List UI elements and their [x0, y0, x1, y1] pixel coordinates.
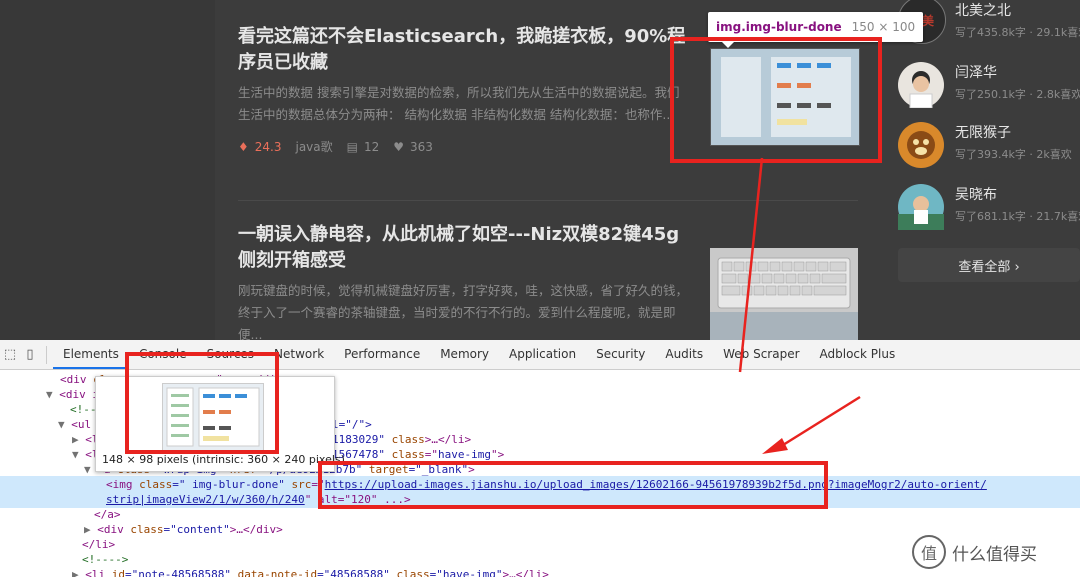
diamond-icon: ♦	[238, 139, 249, 154]
avatar[interactable]	[898, 62, 944, 109]
recommended-author[interactable]: 无限猴子 写了393.4k字 · 2k喜欢	[898, 122, 1080, 172]
dom-node-fragment: 1183029" class>…</li>	[332, 433, 472, 446]
tab-performance[interactable]: Performance	[334, 340, 430, 369]
annotation-box-src	[318, 461, 828, 509]
tab-memory[interactable]: Memory	[430, 340, 499, 369]
author-name[interactable]: 吴晓布	[955, 184, 997, 204]
author-stats: 写了250.1k字 · 2.8k喜欢	[955, 88, 1080, 101]
image-src-link[interactable]: strip|imageView2/1/w/360/h/240	[106, 493, 305, 506]
comment-count[interactable]: 12	[364, 140, 379, 154]
recommended-author[interactable]: 吴晓布 写了681.1k字 · 21.7k喜欢	[898, 184, 1080, 234]
page-left-margin	[0, 0, 215, 340]
recommended-author[interactable]: 北美 北美之北 写了435.8k字 · 29.1k喜欢	[898, 0, 1080, 50]
inspect-element-icon[interactable]: ⬚	[0, 340, 20, 369]
author-stats: 写了393.4k字 · 2k喜欢	[955, 148, 1072, 161]
toolbar-divider	[46, 345, 47, 364]
watermark: 值 什么值得买	[912, 535, 1037, 569]
article-item[interactable]: 看完这篇还不会Elasticsearch，我跪搓衣板，90%程序员已收藏 生活中…	[238, 24, 688, 155]
tab-adblock-plus[interactable]: Adblock Plus	[810, 340, 906, 369]
device-toolbar-icon[interactable]: ▯	[20, 340, 40, 369]
expand-triangle-icon[interactable]: ▶	[72, 433, 79, 446]
article-abstract: 刚玩键盘的时候，觉得机械键盘好厉害，打字好爽，哇，这快感，省了好久的钱，终于入了…	[238, 283, 689, 340]
expand-triangle-icon[interactable]: ▶	[84, 523, 91, 536]
article-author[interactable]: java歌	[295, 138, 332, 155]
tab-web-scraper[interactable]: Web Scraper	[713, 340, 809, 369]
article-title[interactable]: 看完这篇还不会Elasticsearch，我跪搓衣板，90%程序员已收藏	[238, 24, 688, 76]
keyboard-thumbnail-image	[710, 257, 858, 340]
view-all-button[interactable]: 查看全部 ›	[898, 248, 1080, 282]
article-meta: ♦ 24.3 java歌 ▤ 12 ♥ 363	[238, 138, 688, 155]
avatar[interactable]	[898, 184, 944, 230]
dom-node-line[interactable]: ▶ <div class="content">…</div>	[84, 522, 283, 537]
tab-security[interactable]: Security	[586, 340, 655, 369]
watermark-text: 什么值得买	[952, 544, 1037, 565]
article-title[interactable]: 一朝误入静电容，从此机械了如空---Niz双模82键45g侧刻开箱感受	[238, 222, 688, 274]
like-count: 363	[410, 139, 433, 154]
author-name[interactable]: 无限猴子	[955, 122, 1011, 142]
dom-node-line[interactable]: </a>	[94, 507, 121, 522]
tab-application[interactable]: Application	[499, 340, 586, 369]
dom-node-line[interactable]: ▼ <div i	[46, 387, 99, 402]
author-stats: 写了681.1k字 · 21.7k喜欢	[955, 210, 1080, 223]
dom-node-line[interactable]: <!---->	[82, 552, 128, 567]
expand-triangle-icon[interactable]: ▶	[72, 568, 79, 577]
annotation-box-thumbnail	[670, 37, 882, 163]
collapse-triangle-icon[interactable]: ▼	[72, 448, 79, 461]
dom-node-line[interactable]: ▶ <li id="note-48568588" data-note-id="4…	[72, 567, 549, 577]
annotation-box-preview	[125, 352, 279, 454]
dom-node-line[interactable]: ▼ <ul	[58, 417, 91, 432]
tooltip-selector: img.img-blur-done	[716, 20, 842, 34]
watermark-badge: 值	[912, 535, 946, 569]
collapse-triangle-icon[interactable]: ▼	[46, 388, 53, 401]
collapse-triangle-icon[interactable]: ▼	[84, 463, 91, 476]
tab-audits[interactable]: Audits	[655, 340, 713, 369]
article-divider	[238, 200, 858, 201]
avatar[interactable]	[898, 122, 944, 168]
comment-icon: ▤	[346, 139, 358, 154]
heart-icon: ♥	[393, 139, 405, 154]
image-dimensions-caption: 148 × 98 pixels (intrinsic: 360 × 240 pi…	[102, 453, 345, 466]
article-item[interactable]: 一朝误入静电容，从此机械了如空---Niz双模82键45g侧刻开箱感受 刚玩键盘…	[238, 222, 688, 340]
dom-node-line[interactable]: </li>	[82, 537, 115, 552]
web-page: 看完这篇还不会Elasticsearch，我跪搓衣板，90%程序员已收藏 生活中…	[0, 0, 1080, 340]
diamond-count: 24.3	[254, 139, 282, 154]
author-stats: 写了435.8k字 · 29.1k喜欢	[955, 26, 1080, 39]
dom-node-fragment: l="/">	[332, 418, 372, 431]
author-name[interactable]: 闫泽华	[955, 62, 997, 82]
tooltip-size: 150 × 100	[851, 20, 916, 34]
dom-node-fragment: 1567478" class="have-img">	[332, 448, 505, 461]
author-name[interactable]: 北美之北	[955, 0, 1011, 20]
dom-node-line[interactable]: <!--	[70, 402, 97, 417]
recommended-author[interactable]: 闫泽华 写了250.1k字 · 2.8k喜欢	[898, 62, 1080, 112]
article-thumbnail[interactable]	[710, 248, 858, 340]
article-abstract: 生活中的数据 搜索引擎是对数据的检索，所以我们先从生活中的数据说起。我们生活中的…	[238, 85, 680, 122]
collapse-triangle-icon[interactable]: ▼	[58, 418, 65, 431]
tab-elements[interactable]: Elements	[53, 340, 129, 369]
